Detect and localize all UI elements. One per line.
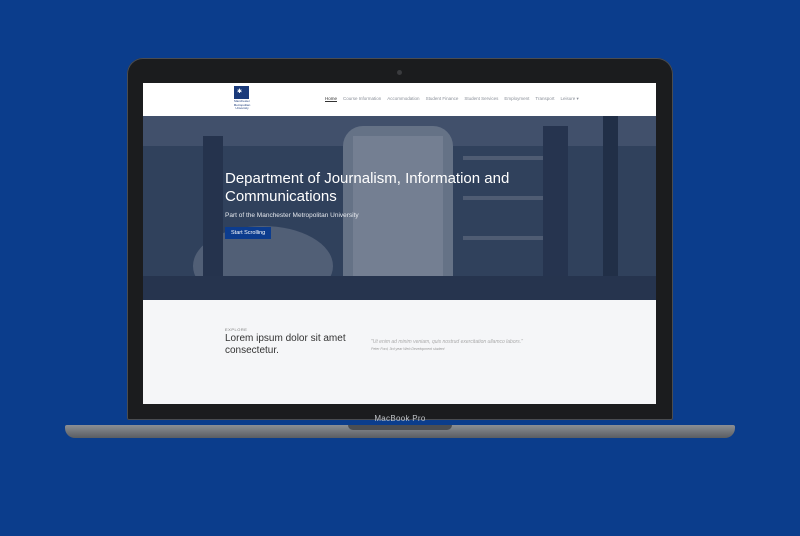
- logo-mark-icon: ✱: [234, 86, 249, 99]
- main-nav: Home Course Information Accommodation St…: [325, 96, 579, 102]
- nav-item-student-finance[interactable]: Student Finance: [426, 96, 459, 102]
- hero-banner: Department of Journalism, Information an…: [143, 116, 656, 300]
- camera-icon: [397, 70, 402, 75]
- explore-section: EXPLORE Lorem ipsum dolor sit amet conse…: [143, 300, 656, 404]
- laptop-base: [65, 425, 735, 438]
- nav-item-leisure[interactable]: Leisure ▾: [560, 96, 578, 102]
- nav-item-employment[interactable]: Employment: [504, 96, 529, 102]
- nav-item-course-information[interactable]: Course Information: [343, 96, 381, 102]
- section-heading: Lorem ipsum dolor sit amet consectetur.: [225, 333, 346, 356]
- site-header: ✱ Manchester Metropolitan University Hom…: [143, 83, 656, 116]
- section-eyebrow: EXPLORE: [225, 327, 248, 332]
- logo-text: Manchester Metropolitan University: [233, 99, 251, 110]
- start-scrolling-button[interactable]: Start Scrolling: [225, 227, 272, 239]
- laptop-screen: ✱ Manchester Metropolitan University Hom…: [143, 83, 656, 404]
- testimonial-cite: Peter Ford, 3rd year Web Development stu…: [371, 347, 445, 351]
- nav-item-home[interactable]: Home: [325, 96, 338, 102]
- laptop-lid: ✱ Manchester Metropolitan University Hom…: [127, 58, 673, 420]
- device-label: MacBook Pro: [374, 414, 426, 423]
- nav-item-accommodation[interactable]: Accommodation: [387, 96, 419, 102]
- nav-item-transport[interactable]: Transport: [535, 96, 554, 102]
- laptop-notch: [348, 425, 452, 430]
- hero-text: Department of Journalism, Information an…: [225, 170, 525, 239]
- hero-title: Department of Journalism, Information an…: [225, 170, 510, 205]
- nav-item-student-services[interactable]: Student Services: [464, 96, 498, 102]
- university-logo[interactable]: ✱ Manchester Metropolitan University: [231, 86, 253, 113]
- testimonial-quote: "Ut enim ad minim veniam, quis nostrud e…: [371, 339, 523, 345]
- hero-subtitle: Part of the Manchester Metropolitan Univ…: [225, 212, 359, 219]
